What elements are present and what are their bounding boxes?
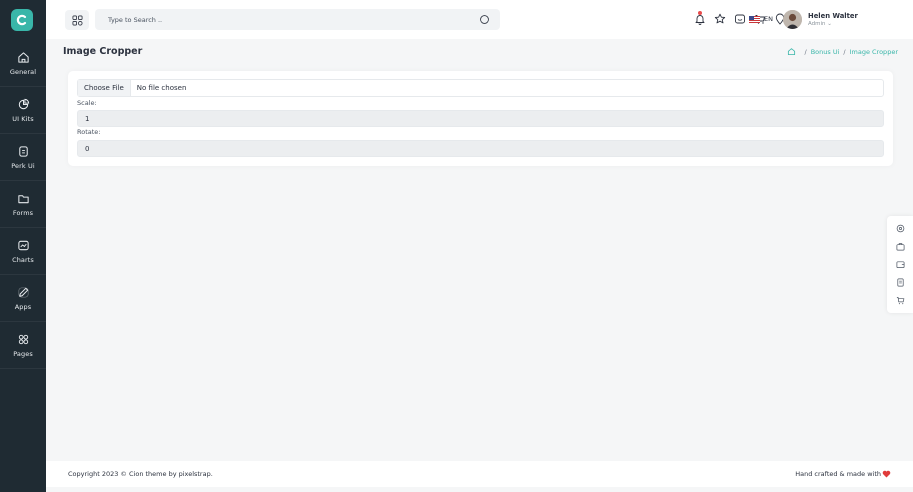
home-icon: [17, 51, 29, 63]
folder-icon: [17, 194, 29, 203]
pie-icon: [18, 98, 29, 109]
apps-grid-icon: [72, 15, 82, 25]
sidebar-item-perk-ui[interactable]: Perk Ui: [0, 134, 46, 181]
document-icon[interactable]: [896, 278, 905, 287]
made-with-text: Hand crafted & made with: [795, 470, 891, 478]
choose-file-button[interactable]: Choose File: [78, 80, 131, 96]
sidebar-item-general[interactable]: General: [0, 40, 46, 87]
search-input[interactable]: [108, 12, 448, 27]
sidebar-item-pages[interactable]: Pages: [0, 322, 46, 369]
cropper-card: Choose File No file chosen Scale: Rotate…: [68, 71, 893, 166]
star-icon[interactable]: [714, 13, 726, 25]
sidebar-item-label: Apps: [14, 302, 32, 311]
us-flag-icon: [749, 16, 760, 23]
scale-input[interactable]: [77, 110, 884, 127]
logo-icon[interactable]: [11, 9, 33, 31]
sidebar-item-label: Pages: [13, 349, 33, 358]
edit-icon: [18, 287, 28, 297]
breadcrumb: / Bonus Ui / Image Cropper: [787, 47, 898, 56]
breadcrumb-item-bonus-ui[interactable]: Bonus Ui: [811, 48, 840, 56]
sidebar-item-apps[interactable]: Apps: [0, 275, 46, 322]
sidebar-item-label: General: [9, 67, 37, 76]
sidebar-item-label: Forms: [12, 208, 34, 217]
made-with-label: Hand crafted & made with: [795, 470, 881, 478]
sidebar: General UI Kits Perk Ui Forms Charts App…: [0, 0, 46, 492]
page-title: Image Cropper: [63, 46, 143, 57]
user-name[interactable]: Helen Walter: [808, 12, 858, 20]
breadcrumb-separator: /: [843, 47, 846, 56]
sidebar-item-forms[interactable]: Forms: [0, 181, 46, 228]
briefcase-icon[interactable]: [896, 242, 905, 251]
chart-icon: [17, 240, 29, 250]
language-selector[interactable]: EN: [764, 15, 773, 23]
breadcrumb-item-current: Image Cropper: [849, 47, 898, 56]
customizer-icon[interactable]: [896, 224, 905, 233]
rotate-input[interactable]: [77, 140, 884, 157]
rotate-label: Rotate:: [77, 128, 101, 136]
heart-icon: [882, 470, 891, 478]
menu-toggle-button[interactable]: [65, 10, 89, 30]
footer: Copyright 2023 © Cion theme by pixelstra…: [46, 461, 913, 487]
scale-label: Scale:: [77, 99, 97, 107]
notification-dot: [698, 11, 702, 15]
shopping-cart-icon[interactable]: [896, 296, 905, 305]
copyright-text: Copyright 2023 © Cion theme by pixelstra…: [68, 470, 213, 478]
sidebar-item-ui-kits[interactable]: UI Kits: [0, 87, 46, 134]
breadcrumb-separator: /: [804, 47, 807, 56]
file-input[interactable]: Choose File No file chosen: [77, 79, 884, 97]
search-bar: [95, 9, 500, 30]
user-role[interactable]: Admin ⌄: [808, 21, 832, 27]
avatar[interactable]: [783, 10, 802, 29]
sidebar-item-label: Perk Ui: [11, 161, 35, 170]
message-icon[interactable]: [734, 13, 746, 25]
search-icon[interactable]: [479, 14, 490, 25]
layers-icon: [18, 145, 28, 157]
sidebar-nav: General UI Kits Perk Ui Forms Charts App…: [0, 40, 46, 369]
sidebar-item-charts[interactable]: Charts: [0, 228, 46, 275]
wallet-icon[interactable]: [896, 260, 905, 269]
sidebar-item-label: Charts: [12, 255, 34, 264]
sidebar-item-label: UI Kits: [12, 114, 34, 123]
file-status-text: No file chosen: [136, 84, 187, 92]
grid-icon: [18, 334, 28, 344]
floating-toolbar: [887, 216, 913, 313]
home-icon[interactable]: [787, 47, 796, 56]
